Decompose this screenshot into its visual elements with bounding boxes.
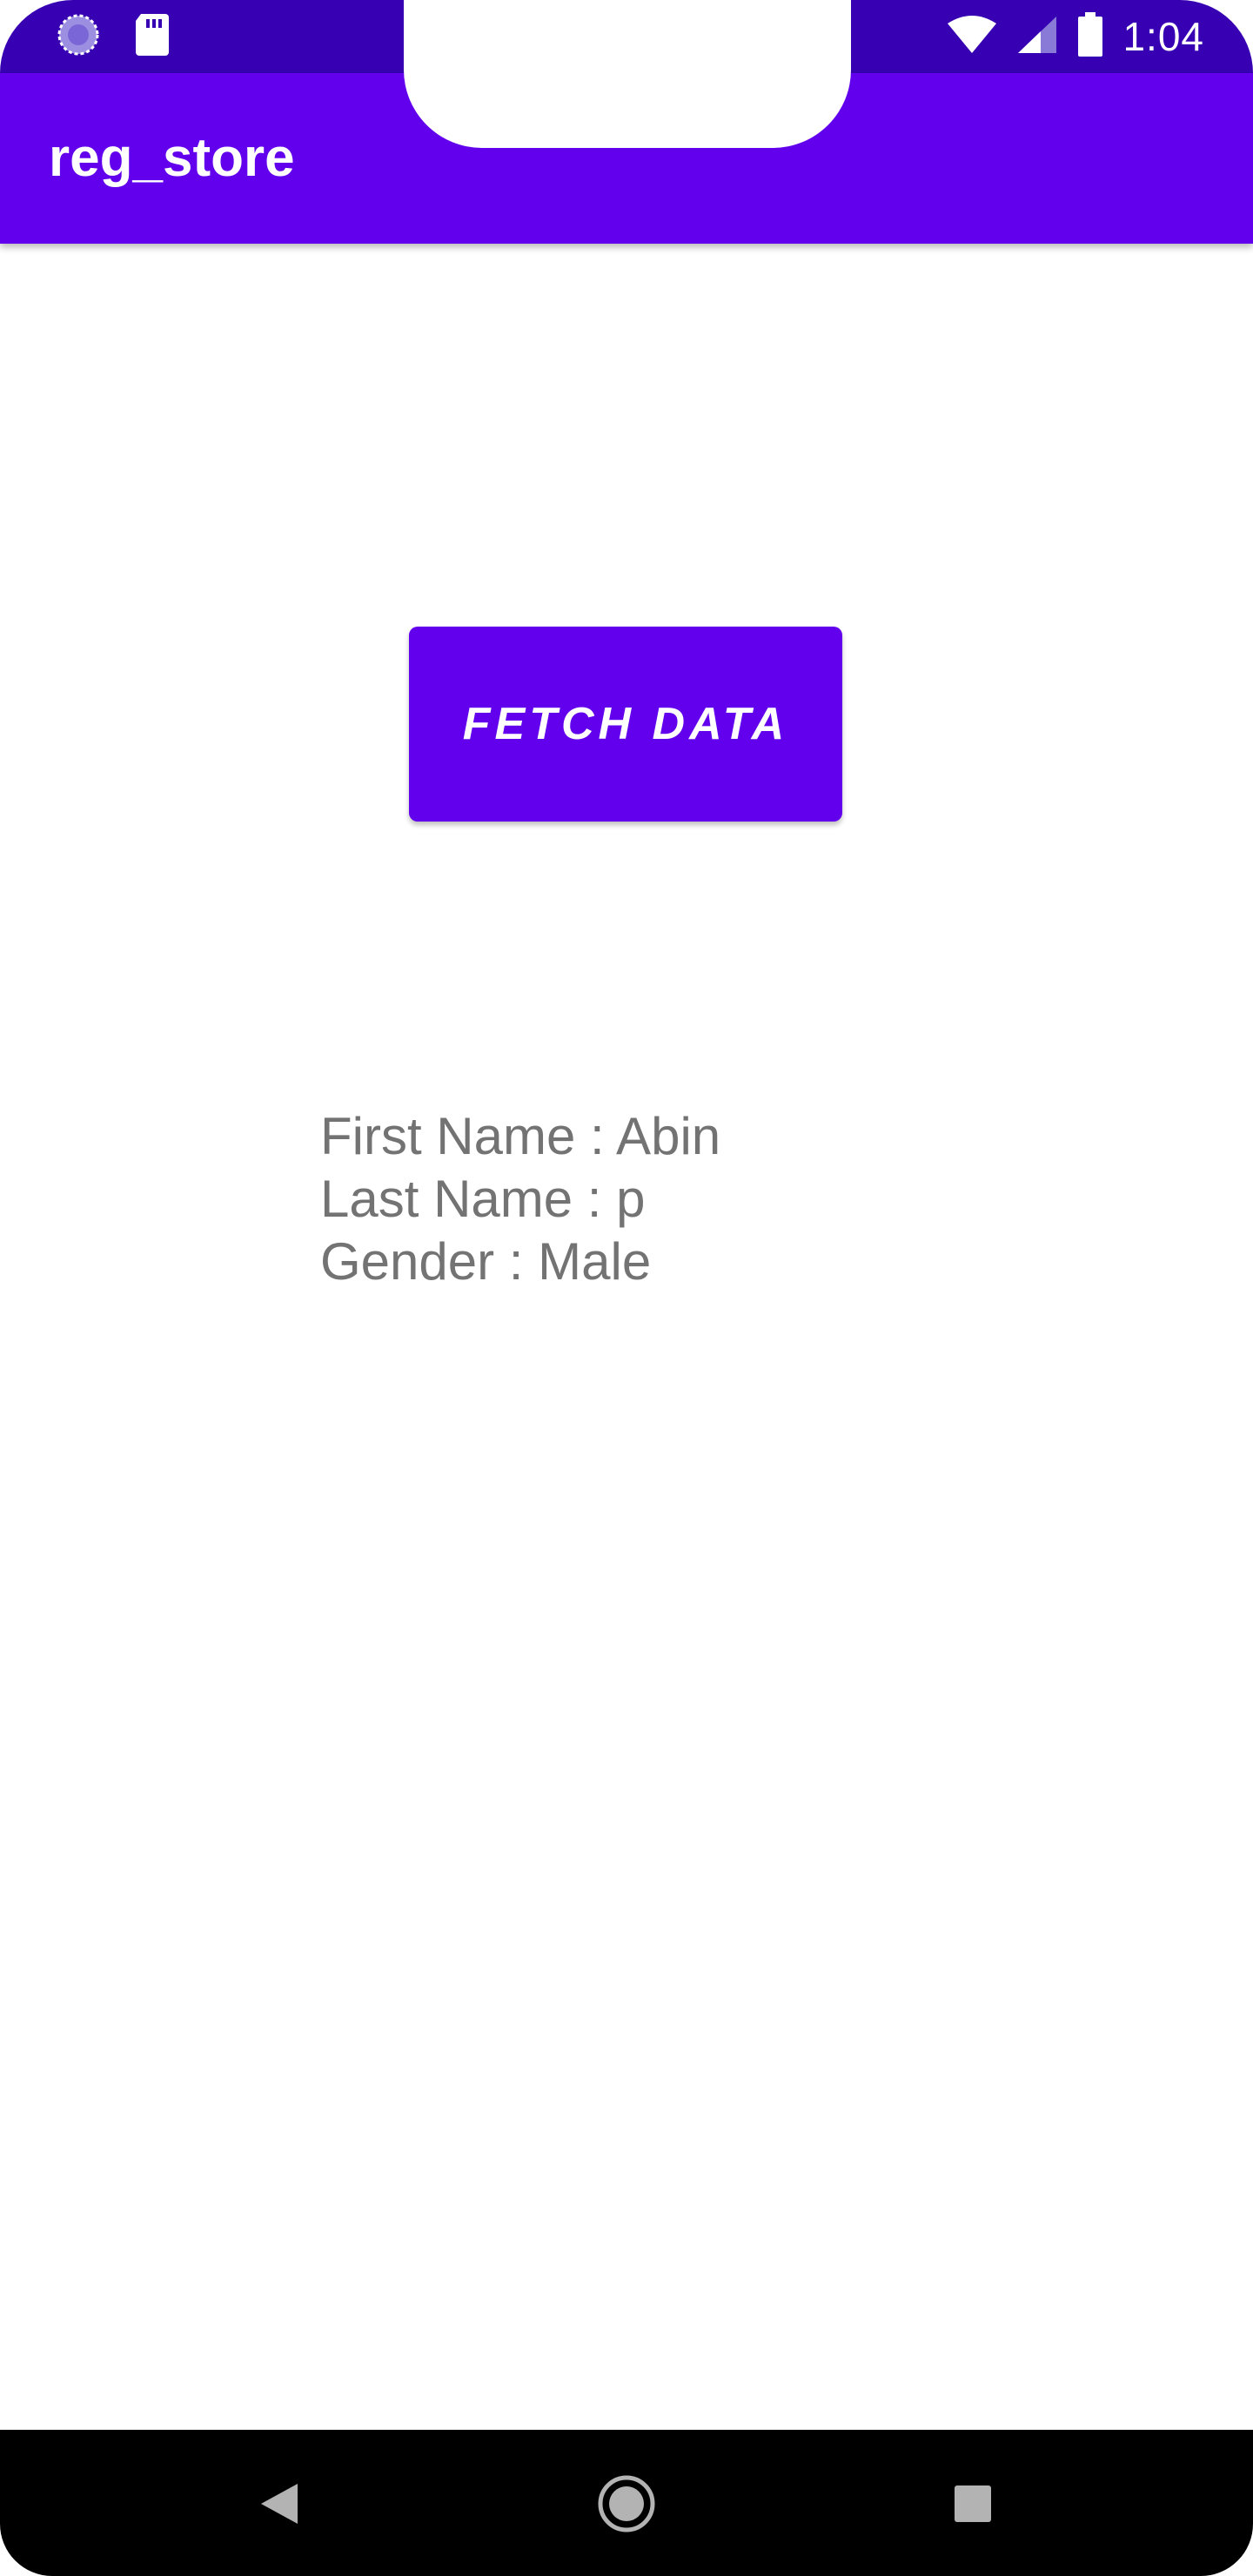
sd-card-icon bbox=[134, 12, 171, 62]
navigation-bar bbox=[0, 2430, 1253, 2576]
last-name-text: Last Name : p bbox=[320, 1170, 646, 1228]
display-notch bbox=[404, 0, 851, 148]
status-right-icons: 1:04 bbox=[947, 9, 1204, 64]
result-text-block: First Name : Abin Last Name : p Gender :… bbox=[320, 1105, 720, 1293]
status-clock: 1:04 bbox=[1122, 14, 1204, 59]
home-icon[interactable] bbox=[587, 2465, 666, 2543]
back-icon[interactable] bbox=[240, 2465, 318, 2543]
battery-icon bbox=[1077, 11, 1103, 62]
status-left-icons bbox=[56, 12, 171, 61]
cell-signal-icon bbox=[1016, 15, 1058, 59]
gender-text: Gender : Male bbox=[320, 1232, 652, 1291]
first-name-text: First Name : Abin bbox=[320, 1107, 721, 1165]
recents-icon[interactable] bbox=[934, 2465, 1012, 2543]
phone-screen: 1:04 reg_store FETCH DATA First Name : A… bbox=[0, 0, 1253, 2576]
wifi-icon bbox=[947, 15, 997, 59]
loading-icon bbox=[56, 12, 101, 62]
fetch-data-button[interactable]: FETCH DATA bbox=[409, 627, 842, 822]
app-title: reg_store bbox=[49, 128, 295, 188]
